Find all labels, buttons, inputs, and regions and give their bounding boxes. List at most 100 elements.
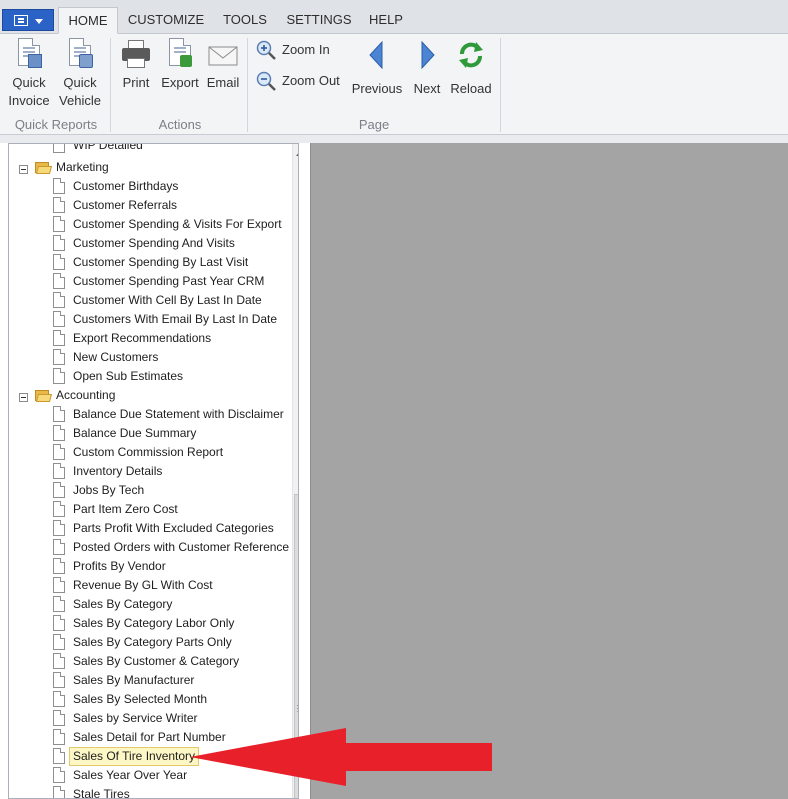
reload-button[interactable]: Reload — [448, 38, 494, 98]
list-item[interactable]: Customers With Email By Last In Date — [53, 310, 293, 329]
page-icon — [53, 520, 65, 536]
list-item[interactable]: Export Recommendations — [53, 329, 293, 348]
export-button[interactable]: Export — [158, 38, 202, 92]
list-item[interactable]: Customer With Cell By Last In Date — [53, 291, 293, 310]
list-item[interactable]: Customer Referrals — [53, 196, 293, 215]
list-item[interactable]: Open Sub Estimates — [53, 367, 293, 386]
page-icon — [53, 615, 65, 631]
page-icon — [53, 444, 65, 460]
list-item-label: Export Recommendations — [73, 331, 212, 345]
quick-invoice-label-1: Quick — [12, 75, 46, 90]
list-item-label: Stale Tires — [73, 787, 130, 799]
page-icon — [53, 216, 65, 232]
scroll-up-icon[interactable] — [296, 151, 298, 156]
page-icon — [53, 273, 65, 289]
page-icon — [53, 144, 65, 153]
tab-customize[interactable]: CUSTOMIZE — [124, 7, 208, 34]
export-icon — [165, 38, 195, 70]
list-item[interactable]: Sales By Category Labor Only — [53, 614, 293, 633]
list-item[interactable]: Stale Tires — [53, 785, 293, 799]
list-item-label: Customer Spending And Visits — [73, 236, 235, 250]
previous-label: Previous — [351, 81, 403, 96]
quick-invoice-button[interactable]: Quick Invoice — [6, 38, 52, 110]
list-item[interactable]: Sales By Category — [53, 595, 293, 614]
list-item-label: Sales Of Tire Inventory — [69, 747, 200, 766]
zoom-out-button[interactable]: Zoom Out — [256, 70, 346, 92]
report-tree[interactable]: WIP Detailed Marketing Customer Birthday… — [8, 143, 299, 799]
page-icon — [53, 539, 65, 555]
email-button[interactable]: Email — [204, 38, 242, 92]
list-item-label: Customer Referrals — [73, 198, 178, 212]
reload-icon — [456, 38, 486, 70]
list-item[interactable]: Custom Commission Report — [53, 443, 293, 462]
page-icon — [53, 254, 65, 270]
list-item[interactable]: Sales By Manufacturer — [53, 671, 293, 690]
list-item[interactable]: Profits By Vendor — [53, 557, 293, 576]
previous-button[interactable]: Previous — [350, 38, 404, 98]
quick-vehicle-button[interactable]: Quick Vehicle — [57, 38, 103, 110]
page-icon — [53, 691, 65, 707]
group-divider — [110, 38, 111, 132]
tab-help[interactable]: HELP — [362, 7, 410, 34]
app-menu-icon — [14, 15, 28, 26]
list-item[interactable]: Customer Birthdays — [53, 177, 293, 196]
folder-label: Marketing — [56, 160, 109, 174]
list-item[interactable]: Sales By Category Parts Only — [53, 633, 293, 652]
print-button[interactable]: Print — [117, 38, 155, 92]
print-label: Print — [122, 75, 150, 90]
list-item-label: Parts Profit With Excluded Categories — [73, 521, 274, 535]
list-item-label: Customers With Email By Last In Date — [73, 312, 278, 326]
tab-tools[interactable]: TOOLS — [216, 7, 274, 34]
page-icon — [53, 786, 65, 798]
list-item[interactable]: Customer Spending By Last Visit — [53, 253, 293, 272]
collapse-toggle[interactable] — [19, 393, 28, 402]
collapse-toggle[interactable] — [19, 165, 28, 174]
list-item[interactable]: Part Item Zero Cost — [53, 500, 293, 519]
list-item[interactable]: Posted Orders with Customer Reference — [53, 538, 293, 557]
page-icon — [53, 672, 65, 688]
list-item[interactable]: Parts Profit With Excluded Categories — [53, 519, 293, 538]
list-item-label: Open Sub Estimates — [73, 369, 184, 383]
list-item-label: Balance Due Statement with Disclaimer — [73, 407, 284, 421]
page-icon — [53, 292, 65, 308]
tab-home[interactable]: HOME — [58, 7, 118, 34]
folder-label: Accounting — [56, 388, 116, 402]
list-item[interactable]: Sales by Service Writer — [53, 709, 293, 728]
page-icon — [53, 330, 65, 346]
list-item-label: Sales By Category Parts Only — [73, 635, 232, 649]
vertical-scrollbar[interactable] — [292, 144, 298, 798]
list-item[interactable]: Balance Due Statement with Disclaimer — [53, 405, 293, 424]
list-item-label: New Customers — [73, 350, 159, 364]
report-preview-area — [310, 143, 788, 799]
list-item[interactable]: Inventory Details — [53, 462, 293, 481]
list-item[interactable]: Revenue By GL With Cost — [53, 576, 293, 595]
list-item-label: Profits By Vendor — [73, 559, 166, 573]
list-item[interactable]: Sales By Selected Month — [53, 690, 293, 709]
zoom-in-button[interactable]: Zoom In — [256, 39, 336, 61]
page-icon — [53, 577, 65, 593]
page-icon — [53, 748, 65, 764]
tab-settings[interactable]: SETTINGS — [282, 7, 356, 34]
list-item[interactable]: Customer Spending Past Year CRM — [53, 272, 293, 291]
page-icon — [53, 634, 65, 650]
group-divider — [500, 38, 501, 132]
list-item[interactable]: Balance Due Summary — [53, 424, 293, 443]
list-item[interactable]: New Customers — [53, 348, 293, 367]
list-item[interactable]: WIP Detailed — [53, 144, 293, 155]
list-item-label: Custom Commission Report — [73, 445, 224, 459]
group-label-page: Page — [358, 117, 390, 132]
list-item[interactable]: Customer Spending And Visits — [53, 234, 293, 253]
application-menu-button[interactable] — [2, 9, 54, 31]
page-icon — [53, 235, 65, 251]
list-item-label: Part Item Zero Cost — [73, 502, 178, 516]
page-icon — [53, 767, 65, 783]
zoom-in-icon — [256, 40, 276, 60]
list-item[interactable]: Jobs By Tech — [53, 481, 293, 500]
list-item[interactable]: Customer Spending & Visits For Export — [53, 215, 293, 234]
next-button[interactable]: Next — [408, 38, 446, 98]
list-item-label: Sales by Service Writer — [73, 711, 198, 725]
email-label: Email — [206, 75, 240, 90]
export-label: Export — [161, 75, 199, 90]
list-item[interactable]: Sales By Customer & Category — [53, 652, 293, 671]
list-item-label: Balance Due Summary — [73, 426, 197, 440]
